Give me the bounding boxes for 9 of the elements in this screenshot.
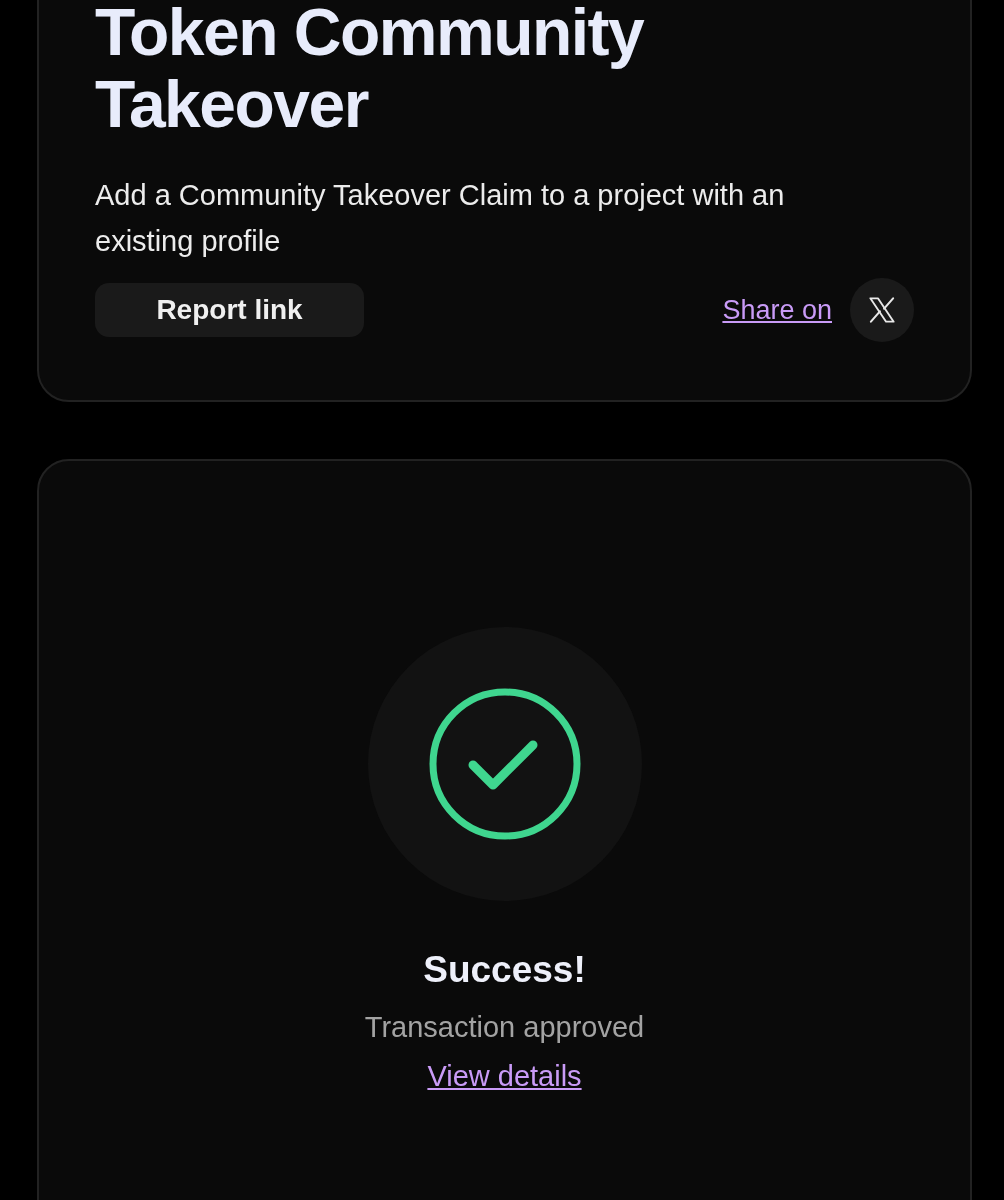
check-circle-icon — [427, 687, 582, 841]
page-title: Token Community Takeover — [95, 0, 646, 140]
view-details-link[interactable]: View details — [427, 1060, 582, 1093]
description-text: Add a Community Takeover Claim to a project with an existing profile — [95, 178, 786, 259]
status-message: Transaction approved — [364, 1011, 645, 1044]
report-link-button[interactable]: Report link — [95, 283, 364, 337]
x-letter-icon — [868, 296, 896, 324]
share-link[interactable]: Share on — [722, 294, 832, 326]
status-title: Success! — [423, 949, 586, 991]
